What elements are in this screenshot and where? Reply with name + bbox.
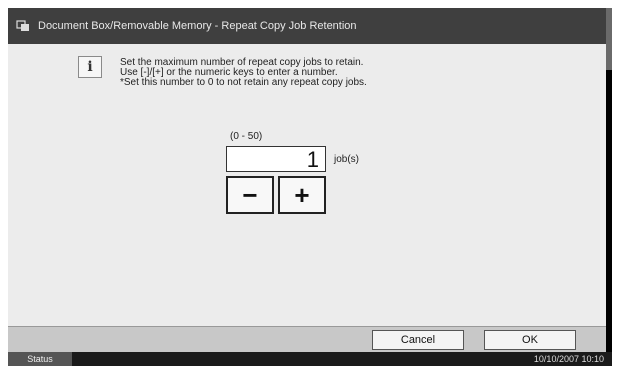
- info-message: Set the maximum number of repeat copy jo…: [120, 58, 367, 88]
- window-title: Document Box/Removable Memory - Repeat C…: [38, 20, 357, 32]
- title-bar: Document Box/Removable Memory - Repeat C…: [8, 8, 606, 44]
- ok-button[interactable]: OK: [484, 330, 576, 350]
- info-icon: i: [78, 56, 102, 78]
- status-bar: Status 10/10/2007 10:10: [8, 352, 612, 366]
- title-edge: [606, 8, 612, 70]
- increment-button[interactable]: +: [278, 176, 326, 214]
- document-box-icon: [16, 20, 29, 31]
- job-count-field[interactable]: 1: [226, 146, 326, 172]
- info-line: *Set this number to 0 to not retain any …: [120, 77, 367, 88]
- decrement-button[interactable]: −: [226, 176, 274, 214]
- screen: Document Box/Removable Memory - Repeat C…: [8, 8, 612, 366]
- range-label: (0 - 50): [230, 131, 263, 142]
- content-area: i Set the maximum number of repeat copy …: [8, 44, 606, 326]
- action-bar: Cancel OK: [8, 326, 606, 353]
- cancel-button[interactable]: Cancel: [372, 330, 464, 350]
- status-button[interactable]: Status: [8, 352, 72, 366]
- unit-label: job(s): [334, 154, 360, 165]
- datetime: 10/10/2007 10:10: [533, 354, 604, 364]
